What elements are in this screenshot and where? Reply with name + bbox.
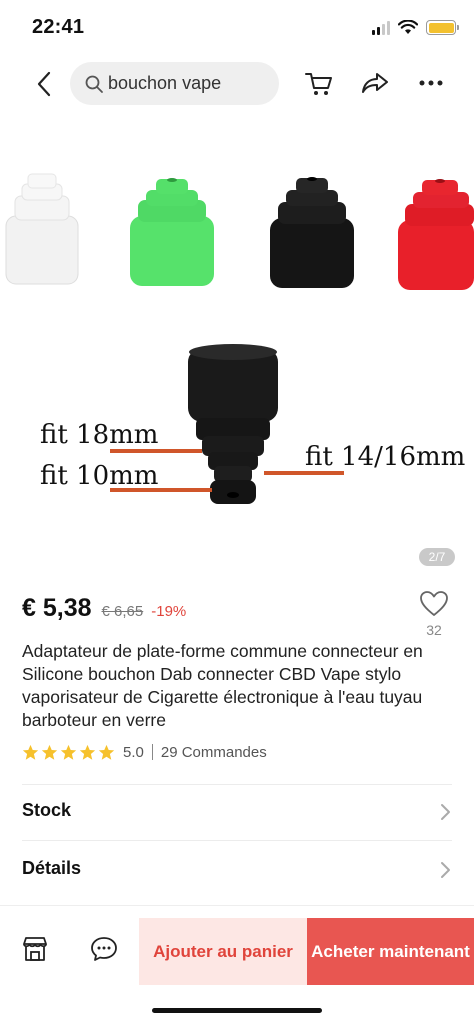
star-icon bbox=[60, 744, 77, 760]
back-button[interactable] bbox=[28, 68, 60, 100]
share-button[interactable] bbox=[358, 66, 392, 100]
label-fit-10mm: fit 10mm bbox=[40, 461, 158, 491]
product-image[interactable]: fit 18mm fit 10mm fit 14/16mm bbox=[0, 132, 474, 572]
wifi-icon bbox=[398, 20, 418, 34]
details-label: Détails bbox=[22, 858, 82, 878]
more-icon bbox=[419, 80, 443, 86]
rating-value: 5.0 bbox=[123, 743, 144, 761]
rating-separator bbox=[151, 744, 153, 760]
image-counter: 2/7 bbox=[419, 548, 455, 566]
chevron-left-icon bbox=[37, 71, 51, 97]
search-input[interactable]: bouchon vape bbox=[70, 62, 279, 105]
green-stopper bbox=[130, 178, 214, 286]
product-title: Adaptateur de plate-forme commune connec… bbox=[22, 641, 423, 730]
chevron-right-icon bbox=[441, 862, 450, 878]
chevron-right-icon bbox=[441, 804, 450, 820]
price-row: € 5,38 € 6,65 -19% bbox=[22, 594, 186, 623]
black-stopper bbox=[270, 177, 354, 288]
star-icon bbox=[41, 744, 58, 760]
status-bar: 22:41 bbox=[0, 0, 474, 56]
wishlist-count: 32 bbox=[426, 622, 442, 638]
star-icon bbox=[79, 744, 96, 760]
share-icon bbox=[362, 73, 388, 93]
status-time: 22:41 bbox=[32, 16, 85, 38]
stock-row[interactable]: Stock bbox=[0, 784, 474, 840]
cellular-signal-icon bbox=[372, 20, 390, 35]
stock-label: Stock bbox=[22, 800, 72, 820]
buy-now-button[interactable]: Acheter maintenant bbox=[307, 918, 474, 985]
wishlist-button[interactable]: 32 bbox=[416, 590, 452, 638]
status-icons bbox=[372, 20, 459, 35]
search-icon bbox=[85, 75, 103, 93]
chat-icon[interactable] bbox=[89, 934, 119, 964]
store-icon[interactable] bbox=[20, 934, 50, 964]
orders-count: 29 Commandes bbox=[160, 743, 267, 761]
home-indicator bbox=[152, 1008, 322, 1013]
label-fit-18mm: fit 18mm bbox=[40, 420, 158, 450]
divider bbox=[22, 840, 452, 841]
cart-button[interactable] bbox=[302, 66, 336, 100]
label-fit-14-16mm: fit 14/16mm bbox=[305, 442, 465, 472]
white-stopper bbox=[5, 173, 79, 285]
main-stopper bbox=[188, 344, 278, 504]
search-query: bouchon vape bbox=[108, 73, 222, 93]
heart-icon bbox=[420, 591, 448, 616]
product-image-graphic: fit 18mm fit 10mm fit 14/16mm bbox=[5, 173, 474, 504]
details-row[interactable]: Détails bbox=[0, 842, 474, 898]
red-stopper bbox=[398, 179, 474, 290]
star-icon bbox=[22, 744, 39, 760]
more-button[interactable] bbox=[414, 66, 448, 100]
price: € 5,38 bbox=[22, 594, 92, 622]
cart-icon bbox=[305, 73, 332, 95]
star-icon bbox=[98, 744, 115, 760]
rating-row[interactable]: 5.0 29 Commandes bbox=[22, 742, 267, 762]
battery-icon bbox=[426, 20, 459, 35]
original-price: € 6,65 bbox=[101, 603, 144, 620]
nav-bar: bouchon vape bbox=[0, 56, 474, 112]
rating-stars bbox=[22, 744, 115, 761]
add-to-cart-button[interactable]: Ajouter au panier bbox=[139, 918, 307, 985]
discount-badge: -19% bbox=[151, 603, 187, 620]
